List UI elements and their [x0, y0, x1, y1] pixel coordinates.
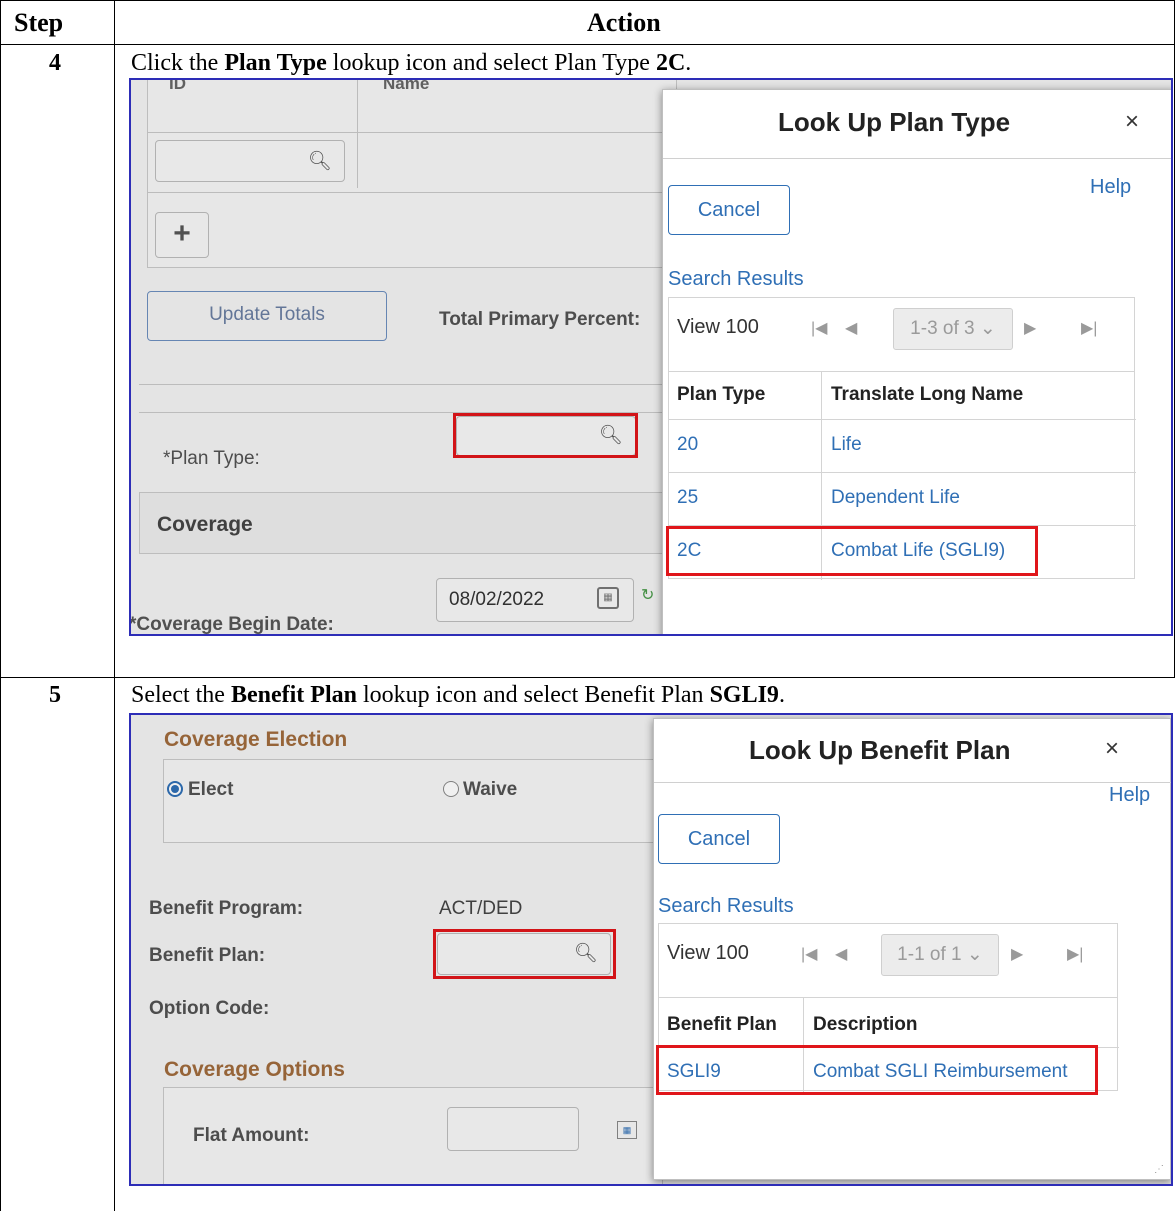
result-plan-type[interactable]: 25	[677, 487, 698, 509]
help-link[interactable]: Help	[1090, 176, 1131, 199]
calendar-icon[interactable]: ▦	[597, 587, 619, 609]
grid-row-divider	[669, 419, 1136, 420]
search-results-label: Search Results	[668, 268, 804, 290]
search-results-label: Search Results	[658, 895, 794, 917]
modal-title: Look Up Plan Type	[778, 107, 1011, 137]
flat-amount-label: Flat Amount:	[193, 1125, 310, 1146]
row-divider	[0, 677, 1175, 678]
lookup-benefit-plan-modal: Look Up Benefit Plan × Help Cancel Searc…	[653, 718, 1171, 1180]
benefit-plan-label: Benefit Plan:	[149, 945, 266, 966]
step-instruction: Click the Plan Type lookup icon and sele…	[131, 50, 692, 76]
column-id: ID	[169, 78, 186, 93]
coverage-header: Coverage	[157, 513, 253, 536]
option-code-label: Option Code:	[149, 998, 270, 1019]
lookup-plan-type-modal: Look Up Plan Type × Help Cancel Search R…	[662, 89, 1171, 634]
waive-label: Waive	[463, 779, 518, 800]
coverage-begin-date-value: 08/02/2022	[449, 589, 545, 610]
coverage-election-box	[163, 759, 663, 843]
grid-row-divider	[669, 472, 1136, 473]
coverage-election-label: Coverage Election	[164, 728, 348, 751]
grid-row-divider	[147, 192, 677, 193]
column-header-benefit-plan[interactable]: Benefit Plan	[667, 1014, 777, 1036]
highlight-2c-row	[666, 526, 1038, 576]
previous-page-icon[interactable]: ◀	[845, 318, 857, 338]
grid-row-divider	[147, 132, 677, 133]
column-name: Name	[383, 78, 430, 93]
next-page-icon[interactable]: ▶	[1024, 318, 1036, 338]
elect-radio[interactable]	[167, 781, 183, 797]
id-search-input[interactable]: 🔍︎	[155, 140, 345, 182]
add-row-button[interactable]: +	[155, 212, 209, 258]
modal-title: Look Up Benefit Plan	[749, 735, 1011, 765]
step-number: 4	[49, 50, 61, 76]
header-action: Action	[587, 8, 661, 37]
column-header-description[interactable]: Description	[813, 1014, 918, 1036]
previous-page-icon[interactable]: ◀	[835, 944, 847, 964]
close-icon[interactable]: ×	[1125, 108, 1139, 136]
highlight-benefit-plan-lookup	[433, 929, 616, 979]
total-primary-percent-label: Total Primary Percent:	[439, 309, 641, 330]
plus-icon: +	[173, 217, 191, 250]
header-divider	[0, 44, 1175, 45]
procedure-table: Step Action 4 Click the Plan Type lookup…	[0, 0, 1175, 1211]
grid-col-divider	[357, 80, 358, 188]
header-step: Step	[14, 8, 64, 37]
next-page-icon[interactable]: ▶	[1011, 944, 1023, 964]
coverage-begin-date-label: *Coverage Begin Date:	[129, 614, 334, 635]
view-100-link[interactable]: View 100	[667, 942, 749, 965]
search-icon[interactable]: 🔍︎	[308, 149, 332, 173]
last-page-icon[interactable]: ▶|	[1081, 318, 1097, 338]
benefit-program-value: ACT/DED	[439, 898, 523, 919]
view-100-link[interactable]: View 100	[677, 316, 759, 339]
modal-title-divider	[663, 158, 1171, 159]
step-number: 5	[49, 682, 61, 708]
cancel-button[interactable]: Cancel	[658, 814, 780, 864]
pager-select[interactable]: 1-3 of 3 ⌄	[893, 308, 1013, 350]
update-totals-button[interactable]: Update Totals	[147, 291, 387, 341]
resize-grip-icon[interactable]: ⋰	[1154, 1164, 1164, 1175]
cancel-button[interactable]: Cancel	[668, 185, 790, 235]
coverage-options-label: Coverage Options	[164, 1058, 345, 1081]
section-divider	[139, 384, 679, 385]
elect-label: Elect	[188, 779, 234, 800]
plan-type-label: *Plan Type:	[163, 448, 260, 469]
flat-amount-input[interactable]	[447, 1107, 579, 1151]
result-description[interactable]: Life	[831, 434, 862, 456]
last-page-icon[interactable]: ▶|	[1067, 944, 1083, 964]
step-instruction: Select the Benefit Plan lookup icon and …	[131, 682, 785, 708]
waive-radio[interactable]	[443, 781, 459, 797]
calculator-icon[interactable]: ▦	[617, 1121, 637, 1139]
table-left-border	[0, 0, 1, 1211]
table-top-border	[0, 0, 1175, 1]
help-link[interactable]: Help	[1109, 784, 1150, 807]
column-header-translate-long-name[interactable]: Translate Long Name	[831, 384, 1023, 406]
column-header-plan-type[interactable]: Plan Type	[677, 384, 765, 406]
resize-grip-icon[interactable]: ⋰	[1160, 633, 1170, 634]
benefit-program-label: Benefit Program:	[149, 898, 304, 919]
highlight-plan-type-lookup	[453, 413, 638, 458]
result-plan-type[interactable]: 20	[677, 434, 698, 456]
pager-select[interactable]: 1-1 of 1 ⌄	[881, 934, 999, 976]
column-divider	[114, 0, 115, 1211]
refresh-icon[interactable]: ↻	[641, 585, 654, 605]
first-page-icon[interactable]: |◀	[801, 944, 817, 964]
modal-title-divider	[654, 782, 1171, 783]
coverage-begin-date-input[interactable]: 08/02/2022 ▦	[436, 578, 634, 622]
screenshot-benefit-plan: Coverage Election Elect Waive Benefit Pr…	[129, 713, 1173, 1186]
close-icon[interactable]: ×	[1105, 735, 1119, 763]
first-page-icon[interactable]: |◀	[811, 318, 827, 338]
result-description[interactable]: Dependent Life	[831, 487, 960, 509]
highlight-sgli9-row	[656, 1045, 1098, 1095]
screenshot-plan-type: ID Name 🔍︎ + Update Totals Total Primary…	[129, 78, 1173, 636]
